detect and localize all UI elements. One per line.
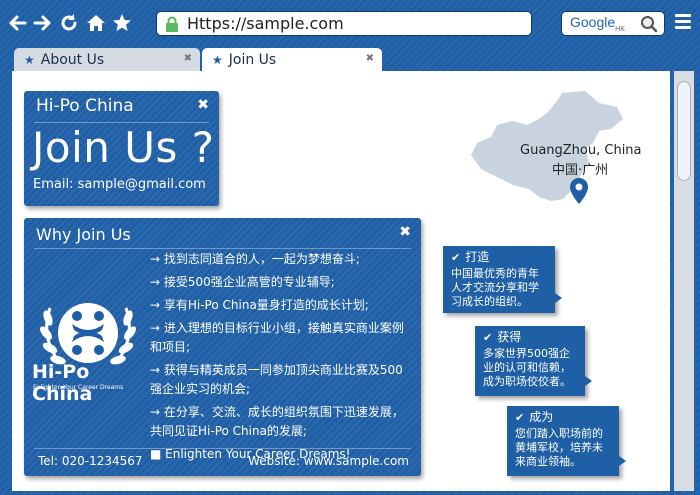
close-icon[interactable]: ✖ xyxy=(184,53,192,64)
email-text: Email: sample@gmail.com xyxy=(33,177,206,192)
tab-join-us[interactable]: ★ Join Us ✖ xyxy=(202,48,382,71)
tab-about-us[interactable]: ★ About Us ✖ xyxy=(14,48,200,71)
note-card: 打造 中国最优秀的青年人才交流分享和学习成长的组织。 xyxy=(443,246,562,313)
list-item: → 在分享、交流、成长的组织氛围下迅速发展，共同见证Hi-Po China的发展… xyxy=(150,405,404,438)
close-icon[interactable]: ✖ xyxy=(399,224,411,240)
benefit-list: → 找到志同道合的人，一起为梦想奋斗; → 接受500强企业高管的专业辅导; →… xyxy=(150,250,412,468)
list-item: → 享有Hi-Po China量身打造的成长计划; xyxy=(150,298,369,312)
divider xyxy=(34,248,411,249)
logo-tagline: Enlighten Your Career Dreams xyxy=(33,384,124,391)
forward-icon[interactable] xyxy=(32,12,54,34)
location-pin-icon xyxy=(570,178,588,204)
url-text: Https://sample.com xyxy=(187,14,344,33)
telephone-text: Tel: 020-1234567 xyxy=(38,454,143,468)
tab-label: About Us xyxy=(40,51,105,68)
browser-toolbar: Https://sample.com GoogleHK xyxy=(0,0,700,46)
website-text: Website: www.sample.com xyxy=(248,454,409,468)
headline: Join Us ? xyxy=(32,123,215,172)
close-icon[interactable]: ✖ xyxy=(197,97,209,113)
note-card: 获得 多家世界500强企业的认可和信赖，成为职场佼佼者。 xyxy=(475,326,592,396)
note-text: 中国最优秀的青年人才交流分享和学习成长的组织。 xyxy=(451,267,539,308)
scrollbar[interactable] xyxy=(674,71,694,491)
address-bar[interactable]: Https://sample.com xyxy=(156,11,532,36)
divider xyxy=(34,448,411,449)
refresh-icon[interactable] xyxy=(58,12,80,34)
list-item: → 获得与精英成员一同参加顶尖商业比赛及500强企业实习的机会; xyxy=(150,363,403,396)
back-icon[interactable] xyxy=(6,12,28,34)
note-card: 成为 您们踏入职场前的黄埔军校，培养未来商业领袖。 xyxy=(507,406,626,476)
scroll-thumb[interactable] xyxy=(677,81,691,181)
note-text: 多家世界500强企业的认可和信赖，成为职场佼佼者。 xyxy=(483,347,571,388)
search-brand: GoogleHK xyxy=(570,14,625,33)
note-title: 成为 xyxy=(515,410,611,425)
tab-label: Join Us xyxy=(228,51,277,68)
star-icon[interactable] xyxy=(111,12,133,34)
star-icon: ★ xyxy=(212,52,223,67)
map-city-cn: 中国·广州 xyxy=(552,163,609,178)
why-join-card: Why Join Us ✖ Hi-Po China Enlighten Your… xyxy=(24,218,421,476)
menu-icon[interactable] xyxy=(675,14,691,30)
star-icon: ★ xyxy=(24,52,35,67)
list-item: → 找到志同道合的人，一起为梦想奋斗; xyxy=(150,252,360,266)
hipo-title: Hi-Po China xyxy=(36,96,134,116)
why-title: Why Join Us xyxy=(36,225,131,244)
list-item: → 进入理想的目标行业小组，接触真实商业案例和项目; xyxy=(150,321,404,354)
note-text: 您们踏入职场前的黄埔军校，培养未来商业领袖。 xyxy=(515,427,603,468)
lock-icon xyxy=(166,16,178,32)
note-title: 打造 xyxy=(451,250,547,265)
close-icon[interactable]: ✖ xyxy=(366,53,374,64)
search-box[interactable]: GoogleHK xyxy=(561,11,665,36)
map-city: GuangZhou, China xyxy=(520,143,642,158)
note-title: 获得 xyxy=(483,330,577,345)
home-icon[interactable] xyxy=(85,12,107,34)
hipo-card: Hi-Po China ✖ Join Us ? Email: sample@gm… xyxy=(24,91,219,206)
logo-name: Hi-Po China xyxy=(32,361,93,405)
search-icon[interactable] xyxy=(640,15,658,33)
page-content: Hi-Po China ✖ Join Us ? Email: sample@gm… xyxy=(12,71,670,491)
list-item: → 接受500强企业高管的专业辅导; xyxy=(150,275,335,289)
